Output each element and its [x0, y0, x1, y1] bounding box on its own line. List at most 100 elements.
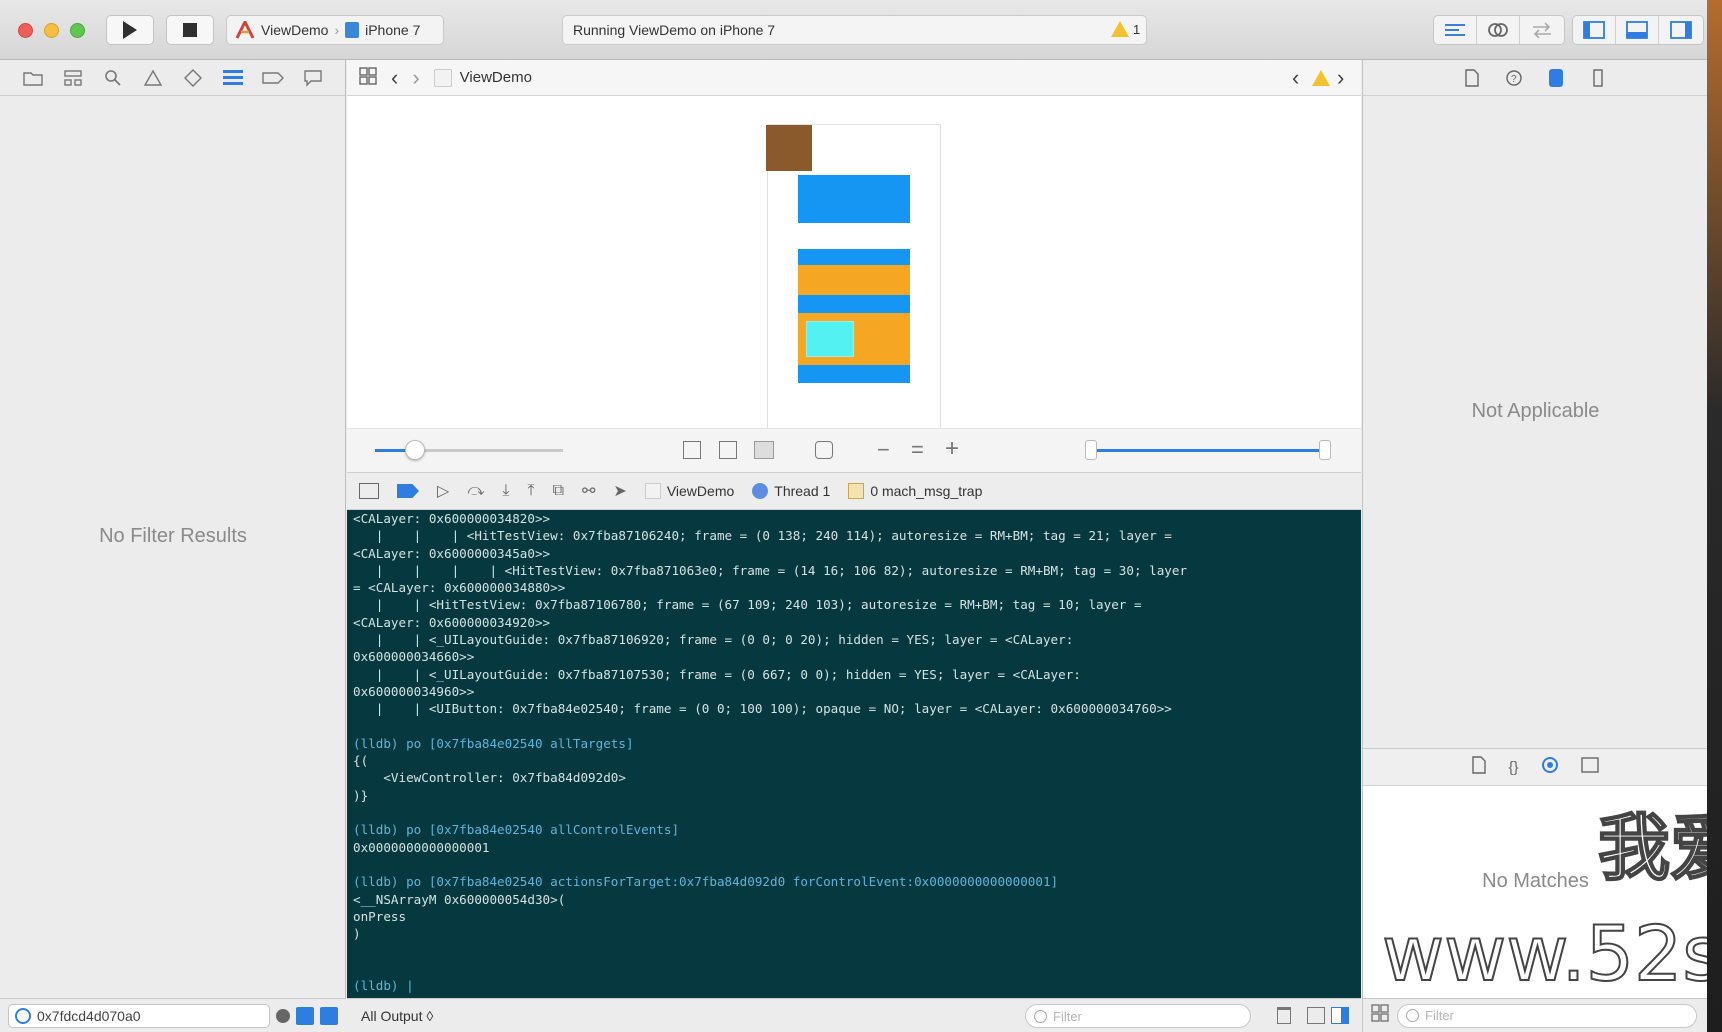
- content-layers-icon[interactable]: [754, 441, 774, 459]
- console-output-line: | | | <HitTestView: 0x7fba87106240; fram…: [353, 528, 1172, 544]
- help-inspector-icon[interactable]: ?: [1504, 68, 1524, 88]
- object-library-icon[interactable]: [1541, 756, 1559, 779]
- breadcrumb-app[interactable]: ViewDemo: [667, 483, 734, 499]
- report-icon[interactable]: [302, 67, 324, 89]
- zoom-in-icon[interactable]: +: [945, 435, 959, 463]
- code-snippet-icon[interactable]: {}: [1508, 759, 1518, 776]
- constraints-icon[interactable]: [719, 441, 737, 459]
- back-chevron-icon[interactable]: ‹: [391, 65, 398, 91]
- range-slider-left-knob[interactable]: [1085, 440, 1097, 460]
- chevron-right-icon: ›: [334, 22, 340, 38]
- scheme-selector[interactable]: ViewDemo › iPhone 7: [226, 15, 444, 45]
- media-library-icon[interactable]: [1580, 756, 1599, 778]
- standard-editor-button[interactable]: [1434, 16, 1477, 44]
- range-slider[interactable]: [1085, 440, 1331, 460]
- trash-icon[interactable]: [1277, 1007, 1291, 1024]
- console-output-line: | | | | <HitTestView: 0x7fba871063e0; fr…: [353, 562, 1188, 578]
- assistant-editor-button[interactable]: [1477, 16, 1520, 44]
- run-button[interactable]: [106, 15, 154, 45]
- issue-warning-icon[interactable]: [1312, 70, 1330, 86]
- continue-icon[interactable]: ▷: [437, 481, 449, 501]
- grid-view-icon[interactable]: [1371, 1004, 1389, 1027]
- jump-bar-title[interactable]: ViewDemo: [460, 69, 532, 86]
- forward-chevron-icon[interactable]: ›: [412, 65, 419, 91]
- stop-button[interactable]: [166, 15, 214, 45]
- breakpoints-toggle-icon[interactable]: [397, 484, 419, 498]
- orient-3d-icon[interactable]: [815, 441, 833, 459]
- console-filter-placeholder: Filter: [1053, 1008, 1082, 1024]
- console-command-line: (lldb) po [0x7fba84e02540 actionsForTarg…: [353, 874, 1059, 890]
- orange-view-top[interactable]: [798, 265, 910, 295]
- variables-view-toggle[interactable]: [1307, 1007, 1325, 1024]
- test-diamond-icon[interactable]: [182, 67, 204, 89]
- related-items-icon[interactable]: [359, 66, 377, 89]
- folder-icon[interactable]: [22, 67, 44, 89]
- brown-view[interactable]: [766, 125, 812, 171]
- close-window-button[interactable]: [18, 23, 33, 38]
- warning-icon[interactable]: [1111, 21, 1129, 37]
- console-output-line: | | <HitTestView: 0x7fba87106780; frame …: [353, 597, 1142, 613]
- search-icon[interactable]: [102, 67, 124, 89]
- issue-prev-icon[interactable]: ‹: [1292, 65, 1299, 91]
- issue-next-icon[interactable]: ›: [1337, 65, 1344, 91]
- console-output-line: <__NSArrayM 0x600000054d30>(: [353, 891, 566, 907]
- navigator-filter-field[interactable]: 0x7fdcd4d070a0: [8, 1003, 270, 1028]
- step-out-icon[interactable]: ⤒: [528, 482, 535, 500]
- step-into-icon[interactable]: ⤓: [502, 482, 509, 500]
- memory-graph-icon[interactable]: ⚯: [582, 481, 595, 501]
- step-over-icon[interactable]: ⤼: [467, 482, 484, 500]
- navigator-empty-message: No Filter Results: [99, 525, 247, 547]
- gear-icon[interactable]: [276, 1008, 290, 1023]
- toggle-debug-area-button[interactable]: [1616, 16, 1659, 44]
- clipped-content-icon[interactable]: [683, 441, 701, 459]
- console-output-line: )}: [353, 787, 369, 803]
- console-output-line: <CALayer: 0x6000000345a0>>: [353, 545, 551, 561]
- debug-navigator-icon[interactable]: [222, 67, 244, 89]
- spacing-slider-knob[interactable]: [405, 440, 425, 460]
- blue-view[interactable]: [798, 175, 910, 223]
- filter-icon: [1406, 1009, 1419, 1022]
- navigator-filter-bar: 0x7fdcd4d070a0: [0, 998, 346, 1032]
- simulate-location-icon[interactable]: ➤: [613, 481, 626, 501]
- app-target-icon: [235, 21, 255, 39]
- range-slider-right-knob[interactable]: [1319, 440, 1331, 460]
- spacing-slider[interactable]: [375, 440, 563, 460]
- toggle-navigator-button[interactable]: [1573, 16, 1616, 44]
- xcode-window: ViewDemo › iPhone 7 Running ViewDemo on …: [0, 0, 1722, 1032]
- watermark-url: www.52s: [1382, 912, 1707, 996]
- library-filter-field[interactable]: Filter: [1397, 1003, 1697, 1028]
- view-toggle-control: [1572, 15, 1704, 45]
- cyan-view[interactable]: [806, 321, 854, 357]
- bottom-panel-icon: [1626, 21, 1648, 39]
- view-debugger-icon[interactable]: ⧉: [553, 482, 564, 500]
- output-selector[interactable]: All Output ◊: [361, 1008, 433, 1024]
- stop-icon: [183, 23, 197, 37]
- file-template-icon[interactable]: [1472, 755, 1487, 779]
- issue-warning-icon[interactable]: [142, 67, 164, 89]
- zoom-reset-icon[interactable]: =: [911, 437, 924, 463]
- console-filter-field[interactable]: Filter: [1025, 1004, 1251, 1028]
- lldb-console[interactable]: <CALayer: 0x600000034820>> | | | <HitTes…: [347, 510, 1361, 998]
- size-inspector-icon[interactable]: [1588, 68, 1608, 88]
- zoom-out-icon[interactable]: −: [877, 437, 890, 463]
- object-inspector-icon[interactable]: [1546, 68, 1566, 88]
- toolbar: ViewDemo › iPhone 7 Running ViewDemo on …: [0, 0, 1722, 60]
- breadcrumb-frame[interactable]: 0 mach_msg_trap: [870, 483, 982, 499]
- show-only-running-button[interactable]: [320, 1006, 338, 1025]
- scheme-device-label: iPhone 7: [365, 22, 421, 38]
- zoom-window-button[interactable]: [70, 23, 85, 38]
- debug-bar: ▷ ⤼ ⤓ ⤒ ⧉ ⚯ ➤ ViewDemo Thread 1 0 mach_m…: [347, 472, 1361, 510]
- hide-debug-area-icon[interactable]: [359, 483, 379, 499]
- show-only-crashed-button[interactable]: [296, 1006, 314, 1025]
- version-editor-button[interactable]: [1520, 16, 1563, 44]
- minimize-window-button[interactable]: [44, 23, 59, 38]
- view-hierarchy-canvas[interactable]: [347, 96, 1361, 428]
- breakpoint-icon[interactable]: [262, 67, 284, 89]
- console-view-toggle[interactable]: [1331, 1007, 1349, 1024]
- file-inspector-icon[interactable]: [1462, 68, 1482, 88]
- console-output-line: {(: [353, 753, 369, 769]
- symbol-navigator-icon[interactable]: [62, 67, 84, 89]
- breadcrumb-thread[interactable]: Thread 1: [774, 483, 830, 499]
- toggle-utilities-button[interactable]: [1659, 16, 1702, 44]
